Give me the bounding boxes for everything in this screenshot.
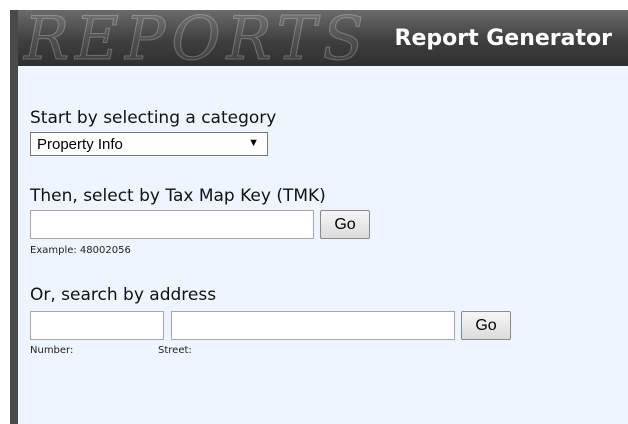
address-number-input[interactable] <box>30 311 164 340</box>
address-label: Or, search by address <box>30 285 217 305</box>
category-label: Start by selecting a category <box>30 108 277 128</box>
address-go-button[interactable]: Go <box>461 311 511 340</box>
page-title: Report Generator <box>394 26 613 51</box>
number-hint: Number: <box>30 345 74 356</box>
category-select[interactable]: Property Info ▼ <box>30 132 268 156</box>
tmk-label: Then, select by Tax Map Key (TMK) <box>30 186 326 206</box>
reports-watermark: REPORTS <box>24 10 370 66</box>
street-hint: Street: <box>158 345 192 356</box>
report-panel: REPORTS Report Generator Start by select… <box>10 10 628 424</box>
category-selected-value: Property Info <box>37 136 123 153</box>
dropdown-arrow-icon: ▼ <box>248 137 259 149</box>
address-street-input[interactable] <box>171 311 455 340</box>
report-header: REPORTS Report Generator <box>18 10 628 66</box>
tmk-input[interactable] <box>30 210 314 239</box>
report-form: Start by selecting a category Property I… <box>18 66 628 424</box>
tmk-go-button[interactable]: Go <box>320 210 370 239</box>
tmk-example: Example: 48002056 <box>30 245 131 256</box>
